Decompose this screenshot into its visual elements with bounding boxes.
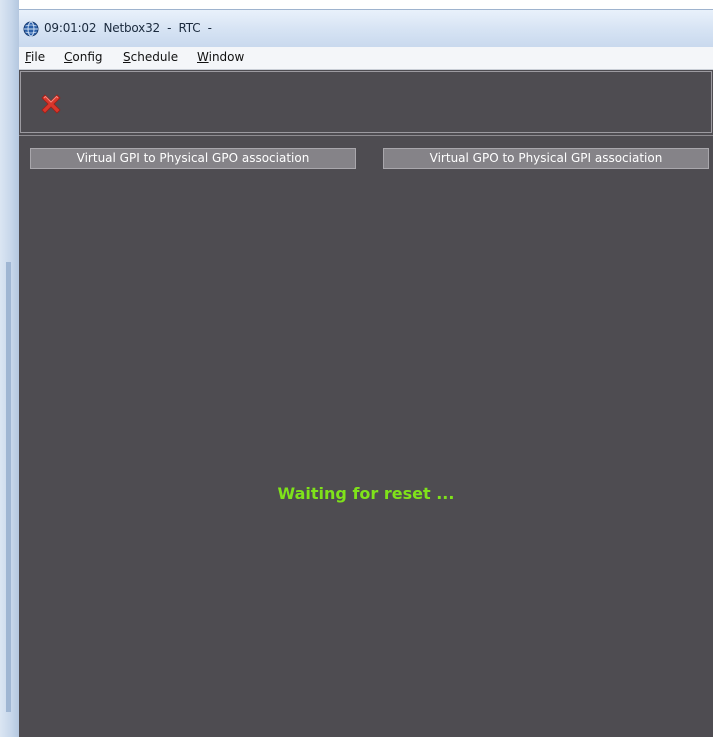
menu-config-label: onfig bbox=[72, 50, 103, 64]
status-message: Waiting for reset ... bbox=[277, 484, 455, 503]
menu-window-label: indow bbox=[208, 50, 245, 64]
menu-file[interactable]: File bbox=[25, 50, 45, 64]
menu-file-label: ile bbox=[31, 50, 46, 64]
window-left-frame bbox=[0, 0, 19, 737]
menu-schedule-accel: S bbox=[123, 50, 131, 64]
close-icon[interactable] bbox=[37, 90, 65, 118]
menu-bar: File Config Schedule Window bbox=[19, 47, 713, 70]
menu-schedule-label: chedule bbox=[130, 50, 179, 64]
toolbar-separator bbox=[19, 135, 713, 136]
app-globe-icon bbox=[23, 21, 39, 37]
menu-config[interactable]: Config bbox=[64, 50, 103, 64]
toolbar bbox=[20, 71, 712, 133]
title-bar[interactable]: 09:01:02 Netbox32 - RTC - bbox=[19, 9, 713, 47]
main-content: Virtual GPI to Physical GPO association … bbox=[19, 70, 713, 737]
menu-window-accel: W bbox=[197, 50, 209, 64]
tab-virtual-gpi-to-physical-gpo[interactable]: Virtual GPI to Physical GPO association bbox=[30, 148, 356, 169]
tab-virtual-gpo-to-physical-gpi[interactable]: Virtual GPO to Physical GPI association bbox=[383, 148, 709, 169]
window-title: 09:01:02 Netbox32 - RTC - bbox=[44, 21, 212, 35]
menu-schedule[interactable]: Schedule bbox=[123, 50, 178, 64]
frame-accent bbox=[6, 262, 11, 712]
menu-window[interactable]: Window bbox=[197, 50, 244, 64]
